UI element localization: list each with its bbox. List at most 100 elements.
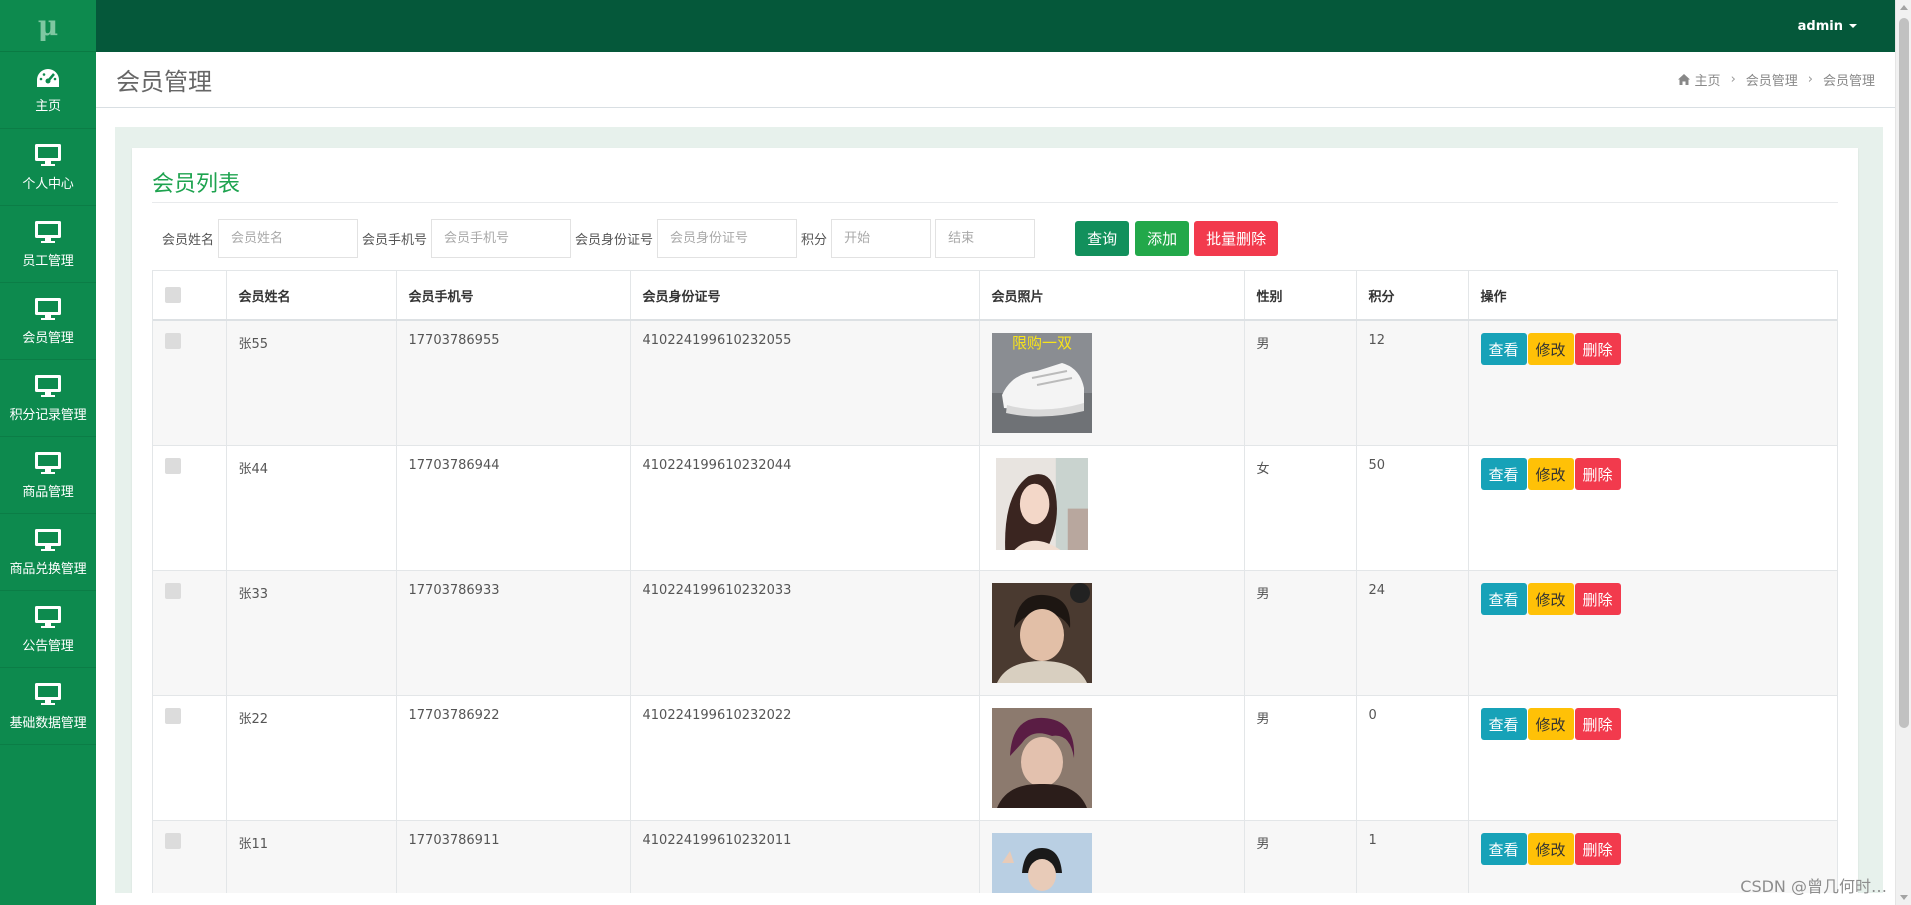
scroll-thumb[interactable] bbox=[1899, 18, 1909, 728]
view-button[interactable]: 查看 bbox=[1480, 708, 1527, 740]
breadcrumb-current: 会员管理 bbox=[1822, 74, 1875, 89]
idcard-cell: 410224199610232044 bbox=[630, 445, 980, 571]
row-select-cell bbox=[153, 445, 227, 571]
points-end-input[interactable] bbox=[935, 218, 1036, 258]
delete-button[interactable]: 删除 bbox=[1574, 333, 1621, 365]
edit-button[interactable]: 修改 bbox=[1527, 458, 1574, 490]
gender-cell: 男 bbox=[1244, 570, 1357, 696]
row-select-cell bbox=[153, 570, 227, 696]
actions-cell: 查看 修改 删除 bbox=[1468, 445, 1837, 571]
name-input[interactable] bbox=[218, 218, 359, 258]
row-actions: 查看 修改 删除 bbox=[1480, 708, 1828, 740]
member-photo[interactable] bbox=[992, 458, 1092, 550]
scroll-down-icon[interactable] bbox=[1900, 895, 1908, 900]
photo-caption: 限购一双 bbox=[1011, 334, 1071, 352]
points-label: 积分 bbox=[801, 232, 828, 248]
sidebar-item-products[interactable]: 商品管理 bbox=[0, 437, 96, 514]
caret-down-icon bbox=[1849, 24, 1857, 28]
points-cell: 50 bbox=[1356, 445, 1469, 571]
member-photo[interactable] bbox=[991, 708, 1092, 808]
delete-button[interactable]: 删除 bbox=[1574, 583, 1621, 615]
breadcrumb: 主页 › 会员管理 › 会员管理 bbox=[1677, 70, 1875, 89]
points-start-input[interactable] bbox=[831, 218, 932, 258]
dashboard-icon bbox=[37, 68, 59, 87]
sidebar-item-points-records[interactable]: 积分记录管理 bbox=[0, 360, 96, 437]
idcard-cell: 410224199610232022 bbox=[630, 695, 980, 821]
table-row: 张44 17703786944 410224199610232044 女 50 … bbox=[153, 445, 1837, 571]
row-actions: 查看 修改 删除 bbox=[1480, 583, 1828, 615]
sidebar-item-base-data[interactable]: 基础数据管理 bbox=[0, 668, 96, 745]
row-checkbox[interactable] bbox=[165, 583, 181, 599]
monitor-icon bbox=[35, 297, 61, 320]
points-cell: 0 bbox=[1356, 695, 1469, 821]
view-button[interactable]: 查看 bbox=[1480, 583, 1527, 615]
breadcrumb-item[interactable]: 会员管理 bbox=[1746, 70, 1798, 89]
table-row: 张55 17703786955 410224199610232055 限购一双 … bbox=[153, 320, 1837, 446]
page-scrollbar[interactable] bbox=[1895, 0, 1911, 905]
sidebar-item-label: 员工管理 bbox=[22, 253, 74, 269]
add-button[interactable]: 添加 bbox=[1135, 220, 1190, 256]
delete-button[interactable]: 删除 bbox=[1574, 708, 1621, 740]
scroll-up-icon[interactable] bbox=[1900, 5, 1908, 10]
sidebar-item-notices[interactable]: 公告管理 bbox=[0, 591, 96, 668]
idcard-input[interactable] bbox=[657, 218, 798, 258]
row-checkbox[interactable] bbox=[165, 833, 181, 849]
view-button[interactable]: 查看 bbox=[1480, 833, 1527, 865]
sidebar-item-label: 主页 bbox=[35, 98, 61, 114]
sidebar-item-label: 基础数据管理 bbox=[9, 715, 87, 731]
bottom-strip bbox=[96, 893, 1895, 905]
photo-cell: 限购一双 bbox=[979, 320, 1245, 446]
delete-button[interactable]: 删除 bbox=[1574, 458, 1621, 490]
phone-cell: 17703786933 bbox=[396, 570, 631, 696]
sidebar-item-members[interactable]: 会员管理 bbox=[0, 283, 96, 360]
points-cell: 24 bbox=[1356, 570, 1469, 696]
table-row: 张33 17703786933 410224199610232033 男 24 … bbox=[153, 570, 1837, 696]
member-photo[interactable]: 限购一双 bbox=[991, 333, 1092, 433]
app-logo[interactable]: μ bbox=[0, 0, 96, 52]
row-checkbox[interactable] bbox=[165, 333, 181, 349]
watermark: CSDN @曾几何时… bbox=[1740, 877, 1887, 896]
sidebar-item-staff[interactable]: 员工管理 bbox=[0, 206, 96, 283]
monitor-icon bbox=[35, 374, 61, 397]
select-all-checkbox[interactable] bbox=[165, 287, 181, 303]
query-button[interactable]: 查询 bbox=[1075, 220, 1130, 256]
sidebar-item-label: 商品兑换管理 bbox=[9, 561, 87, 577]
row-actions: 查看 修改 删除 bbox=[1480, 833, 1828, 865]
user-menu[interactable]: admin bbox=[1798, 19, 1857, 34]
view-button[interactable]: 查看 bbox=[1480, 333, 1527, 365]
monitor-icon bbox=[35, 451, 61, 474]
breadcrumb-label: 主页 bbox=[1694, 74, 1721, 89]
table-row: 张22 17703786922 410224199610232022 男 0 查… bbox=[153, 695, 1837, 821]
batch-delete-button[interactable]: 批量删除 bbox=[1194, 220, 1279, 256]
sidebar-item-home[interactable]: 主页 bbox=[0, 52, 96, 129]
gender-cell: 男 bbox=[1244, 695, 1357, 821]
divider bbox=[152, 202, 1838, 203]
idcard-label: 会员身份证号 bbox=[575, 232, 654, 248]
column-header: 会员手机号 bbox=[396, 271, 631, 321]
edit-button[interactable]: 修改 bbox=[1527, 333, 1574, 365]
delete-button[interactable]: 删除 bbox=[1574, 833, 1621, 865]
sidebar-item-label: 公告管理 bbox=[22, 638, 74, 654]
row-checkbox[interactable] bbox=[165, 708, 181, 724]
row-checkbox[interactable] bbox=[165, 458, 181, 474]
edit-button[interactable]: 修改 bbox=[1527, 583, 1574, 615]
column-header: 积分 bbox=[1356, 271, 1469, 321]
edit-button[interactable]: 修改 bbox=[1527, 708, 1574, 740]
view-button[interactable]: 查看 bbox=[1480, 458, 1527, 490]
sidebar: μ 主页 个人中心 员工管理 会员管理 积分记录管理 商品管理 商品兑换管理 公… bbox=[0, 0, 96, 905]
breadcrumb-home[interactable]: 主页 bbox=[1677, 70, 1721, 89]
name-cell: 张55 bbox=[226, 320, 397, 446]
sidebar-item-personal-center[interactable]: 个人中心 bbox=[0, 129, 96, 206]
chevron-right-icon: › bbox=[1730, 72, 1736, 87]
member-table-container: 会员姓名 会员手机号 会员身份证号 会员照片 性别 积分 操作 张55 1770 bbox=[152, 270, 1838, 905]
member-photo[interactable] bbox=[991, 583, 1092, 683]
edit-button[interactable]: 修改 bbox=[1527, 833, 1574, 865]
phone-input[interactable] bbox=[431, 218, 572, 258]
sidebar-item-exchange[interactable]: 商品兑换管理 bbox=[0, 514, 96, 591]
phone-cell: 17703786944 bbox=[396, 445, 631, 571]
name-cell: 张22 bbox=[226, 695, 397, 821]
username: admin bbox=[1797, 18, 1843, 34]
monitor-icon bbox=[35, 682, 61, 705]
search-bar: 会员姓名 会员手机号 会员身份证号 积分 查询 添加 批量删除 bbox=[162, 218, 1279, 258]
actions-cell: 查看 修改 删除 bbox=[1468, 570, 1837, 696]
